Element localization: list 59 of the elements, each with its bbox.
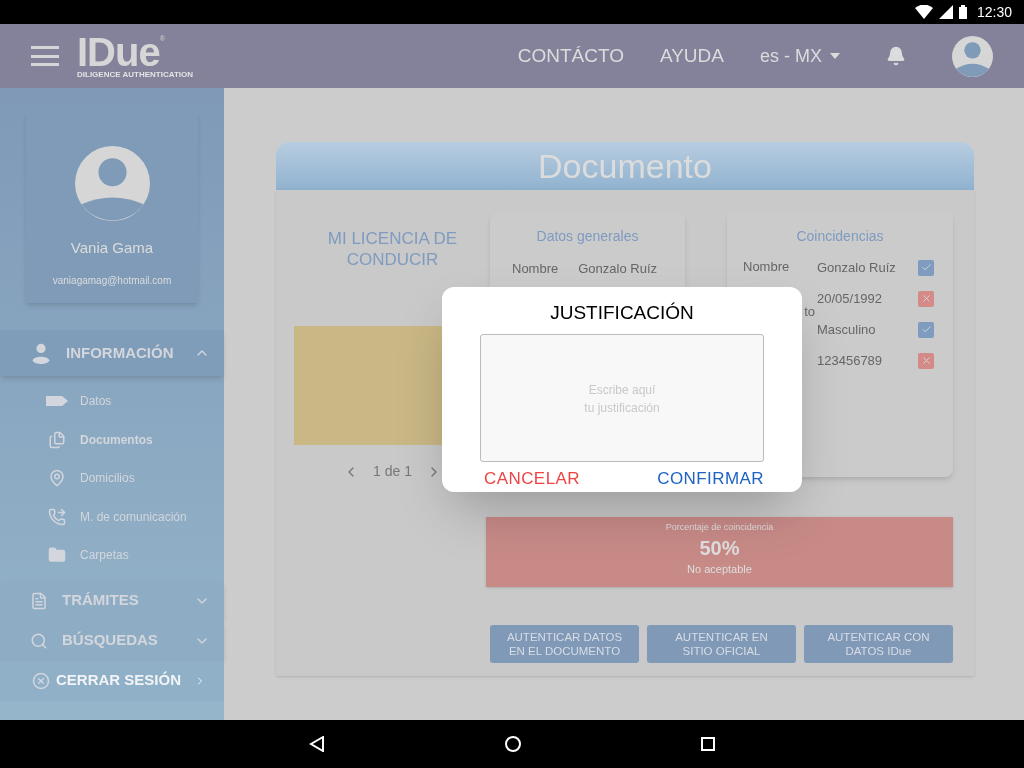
document-name: MI LICENCIA DE CONDUCIR [326, 228, 459, 270]
wifi-icon [914, 5, 933, 19]
pin-icon [48, 469, 66, 488]
user-avatar-icon [74, 146, 150, 221]
clock-time: 12:30 [976, 2, 1012, 22]
folder-icon [48, 546, 66, 565]
confirm-button[interactable]: CONFIRMAR [657, 465, 764, 491]
battery-icon [958, 5, 967, 19]
authenticate-button[interactable]: AUTENTICAR CON DATOS IDue [804, 625, 953, 663]
field-value: Gonzalo Ruíz [578, 260, 657, 278]
cancel-button[interactable]: CANCELAR [484, 465, 580, 491]
field-value: Masculino [817, 320, 877, 339]
field-label: to [804, 303, 815, 321]
score-value: 50% [699, 535, 740, 561]
score-verdict: No aceptable [687, 561, 752, 577]
language-dropdown[interactable]: es - MX [760, 42, 840, 70]
section-header[interactable]: TRÁMITES [0, 580, 224, 621]
recents-icon[interactable] [701, 737, 715, 751]
page-counter: 1 de 1 [373, 462, 412, 481]
nav-link[interactable]: AYUDA [659, 41, 724, 71]
sidebar-item[interactable]: Domicilios [0, 459, 224, 498]
authenticate-button[interactable]: AUTENTICAR EN SITIO OFICIAL [647, 625, 796, 663]
avatar-icon[interactable] [952, 35, 993, 77]
section-header[interactable]: INFORMACIÓN [0, 330, 224, 376]
logo-tagline: DILIGENCE AUTHENTICATION [77, 69, 193, 79]
tag-icon [46, 396, 68, 407]
home-icon[interactable] [505, 736, 521, 752]
section-header[interactable]: BÚSQUEDAS [0, 620, 224, 661]
score-caption: Porcentaje de coincidencia [665, 521, 774, 534]
sidebar-item[interactable]: Datos [0, 382, 224, 421]
page-title: Documento [538, 145, 712, 187]
close-icon [32, 671, 50, 690]
documents-icon [48, 430, 66, 449]
user-name: Vania Gama [70, 238, 154, 258]
authenticate-button[interactable]: AUTENTICAR DATOS EN EL DOCUMENTO [490, 625, 639, 663]
signal-icon [938, 5, 953, 19]
back-icon[interactable] [309, 736, 325, 752]
field-value: 20/05/1992 [817, 289, 884, 308]
search-icon [30, 631, 48, 650]
logout-link[interactable]: CERRAR SESIÓN [0, 660, 224, 701]
logo: IDue [77, 33, 160, 70]
field-label: Nombre [743, 258, 790, 276]
field-label: Nombre [512, 260, 559, 278]
dialog-title: JUSTIFICACIÓN [550, 301, 694, 325]
phone-icon [48, 507, 66, 526]
card-title: Datos generales [536, 227, 639, 246]
caret-icon [830, 53, 840, 59]
sidebar-item[interactable]: M. de comunicación [0, 497, 224, 536]
menu-button[interactable] [31, 46, 59, 66]
sidebar-item[interactable]: Documentos [0, 420, 224, 459]
file-icon [30, 591, 48, 610]
user-email: vaniagamag@hotmail.com [52, 273, 172, 288]
sidebar-item[interactable]: Carpetas [0, 536, 224, 575]
notification-bell-icon[interactable] [886, 46, 906, 66]
nav-link[interactable]: CONTÁCTO [517, 41, 624, 71]
person-icon [30, 342, 52, 364]
field-value: 123456789 [817, 351, 884, 370]
card-title: Coincidencias [796, 227, 884, 246]
field-value: Gonzalo Ruíz [817, 258, 897, 277]
